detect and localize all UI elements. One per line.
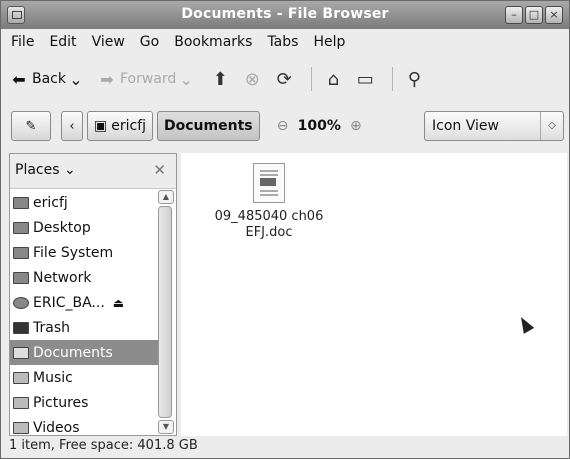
network-icon — [13, 271, 29, 284]
toggle-location-button[interactable]: ✎ — [11, 111, 51, 141]
path-label: ericfj — [111, 118, 147, 134]
icon-view[interactable]: 09_485040 ch06 EFJ.doc — [181, 153, 567, 436]
chevron-down-icon[interactable]: ⌄ — [176, 70, 196, 89]
sidebar-item-label: ericfj — [33, 194, 68, 211]
edit-location-icon: ✎ — [25, 118, 37, 134]
drive-icon — [13, 246, 29, 259]
forward-button[interactable]: ➡ Forward ⌄ — [97, 70, 199, 89]
sidebar-item-desktop[interactable]: Desktop — [10, 215, 158, 240]
disc-icon — [13, 296, 29, 309]
sidebar-item-label: File System — [33, 244, 114, 261]
side-pane-header: Places ⌄ ✕ — [10, 154, 176, 189]
file-name-line-1: 09_485040 ch06 — [214, 209, 324, 224]
sidebar-item-documents[interactable]: Documents — [10, 340, 158, 365]
home-folder-icon — [13, 196, 29, 209]
sidebar-item-label: Music — [33, 369, 73, 386]
scrollbar-thumb[interactable] — [158, 206, 172, 418]
folder-icon — [13, 346, 29, 359]
path-button-ericfj[interactable]: ▣ ericfj — [87, 111, 154, 141]
close-icon[interactable]: × — [545, 6, 563, 24]
sidebar-item-label: Videos — [33, 419, 80, 436]
sidebar-item-label: Trash — [33, 319, 70, 336]
sidebar-item-label: Pictures — [33, 394, 89, 411]
back-label: Back — [32, 71, 66, 87]
sidebar-item-ericfj[interactable]: ericfj — [10, 190, 158, 215]
sidebar-item-file-system[interactable]: File System — [10, 240, 158, 265]
scroll-up-icon[interactable]: ▲ — [158, 190, 174, 204]
maximize-icon[interactable]: □ — [525, 6, 543, 24]
chevron-down-icon[interactable]: ⌄ — [66, 70, 86, 89]
zoom-out-icon[interactable]: ⊖ — [272, 118, 294, 134]
view-mode-value: Icon View — [432, 118, 499, 134]
document-icon — [253, 163, 285, 203]
folder-icon — [13, 371, 29, 384]
mouse-pointer-icon — [515, 314, 535, 334]
sidebar-item-label: Documents — [33, 344, 113, 361]
spin-arrows-icon: ◇ — [540, 112, 563, 140]
sidebar-item-videos[interactable]: Videos — [10, 415, 158, 440]
path-scroll-left-button[interactable]: ‹ — [61, 111, 83, 141]
folder-icon — [13, 396, 29, 409]
stop-icon[interactable]: ⊗ — [239, 66, 265, 92]
zoom-level[interactable]: 100% — [298, 118, 341, 134]
home-icon[interactable]: ⌂ — [320, 66, 346, 92]
reload-icon[interactable]: ⟳ — [271, 66, 297, 92]
menu-bar: File Edit View Go Bookmarks Tabs Help — [1, 29, 569, 54]
sidebar-item-network[interactable]: Network — [10, 265, 158, 290]
menu-bookmarks[interactable]: Bookmarks — [174, 34, 252, 50]
status-bar: 1 item, Free space: 401.8 GB — [9, 438, 198, 453]
back-button[interactable]: ⬅ Back ⌄ — [9, 70, 89, 89]
menu-help[interactable]: Help — [313, 34, 345, 50]
forward-label: Forward — [120, 71, 177, 87]
path-button-documents[interactable]: Documents — [157, 111, 260, 141]
folder-icon — [13, 421, 29, 434]
places-label: Places — [15, 162, 60, 178]
sidebar-item-eric-ba[interactable]: ERIC_BA... ⏏ — [10, 290, 158, 315]
places-dropdown[interactable]: Places ⌄ — [15, 162, 76, 178]
window-title: Documents - File Browser — [181, 6, 389, 22]
menu-file[interactable]: File — [11, 34, 34, 50]
toolbar: ⬅ Back ⌄ ➡ Forward ⌄ ⬆ ⊗ ⟳ ⌂ ▭ ⚲ — [1, 59, 569, 99]
view-mode-select[interactable]: Icon View ◇ — [424, 111, 564, 141]
zoom-in-icon[interactable]: ⊕ — [345, 118, 367, 134]
close-icon[interactable]: ✕ — [153, 161, 166, 179]
sidebar-item-music[interactable]: Music — [10, 365, 158, 390]
chevron-left-icon: ‹ — [69, 118, 75, 134]
menu-view[interactable]: View — [92, 34, 125, 50]
toolbar-separator — [392, 67, 394, 91]
menu-go[interactable]: Go — [140, 34, 159, 50]
menu-tabs[interactable]: Tabs — [267, 34, 298, 50]
home-folder-icon: ▣ — [94, 118, 108, 134]
forward-arrow-icon: ➡ — [100, 69, 114, 89]
title-bar[interactable]: Documents - File Browser – □ × — [1, 1, 569, 29]
side-pane: Places ⌄ ✕ ericfj Desktop File System Ne… — [9, 153, 177, 436]
up-arrow-icon[interactable]: ⬆ — [207, 66, 233, 92]
trash-icon — [13, 321, 29, 334]
menu-edit[interactable]: Edit — [49, 34, 76, 50]
sidebar-item-trash[interactable]: Trash — [10, 315, 158, 340]
location-bar: ✎ ‹ ▣ ericfj Documents ⊖ 100% ⊕ Icon Vie… — [1, 105, 569, 147]
desktop-icon — [13, 221, 29, 234]
places-list: ericfj Desktop File System Network ERIC_… — [10, 190, 158, 440]
toolbar-separator — [311, 67, 313, 91]
path-label: Documents — [164, 118, 253, 134]
sidebar-item-label: Network — [33, 269, 92, 286]
sidebar-item-pictures[interactable]: Pictures — [10, 390, 158, 415]
file-browser-window: Documents - File Browser – □ × File Edit… — [0, 0, 570, 459]
file-item[interactable]: 09_485040 ch06 EFJ.doc — [199, 163, 339, 241]
sidebar-item-label: ERIC_BA... — [33, 294, 105, 311]
minimize-icon[interactable]: – — [505, 6, 523, 24]
sidebar-item-label: Desktop — [33, 219, 91, 236]
side-pane-scrollbar[interactable]: ▲ ▼ — [158, 190, 174, 434]
back-arrow-icon: ⬅ — [12, 69, 26, 89]
scroll-down-icon[interactable]: ▼ — [158, 420, 174, 434]
computer-icon[interactable]: ▭ — [352, 66, 378, 92]
file-name-line-2: EFJ.doc — [245, 225, 293, 240]
search-icon[interactable]: ⚲ — [401, 66, 427, 92]
eject-icon[interactable]: ⏏ — [113, 296, 124, 310]
